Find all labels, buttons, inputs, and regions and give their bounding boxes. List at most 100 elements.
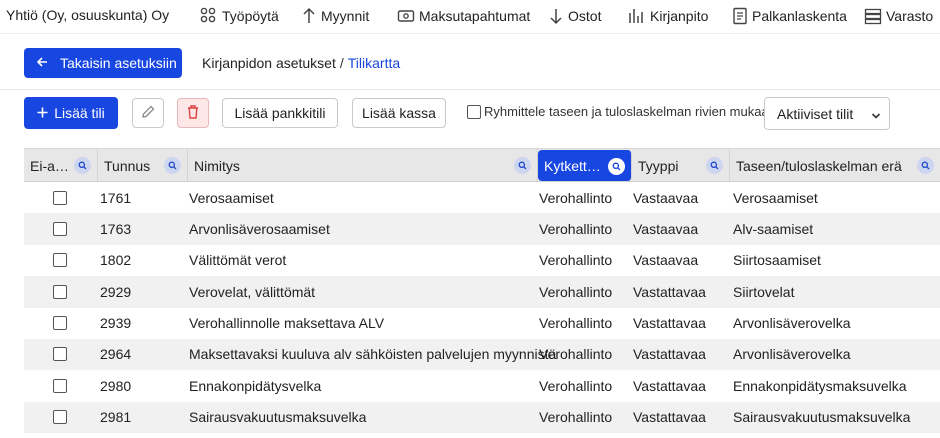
account-name: Verohallinnolle maksettava ALV: [189, 315, 385, 332]
account-type: Vastaavaa: [633, 189, 699, 206]
account-code: 1761: [100, 189, 132, 206]
column-header-inactive[interactable]: Ei-a…: [24, 149, 98, 182]
account-linked: Verohallinto: [539, 220, 613, 237]
breadcrumb-current[interactable]: Tilikartta: [348, 55, 400, 71]
back-to-settings-button[interactable]: Takaisin asetuksiin: [24, 48, 182, 78]
account-type: Vastaavaa: [633, 220, 699, 237]
table-row[interactable]: 1761 Verosaamiset Verohallinto Vastaavaa…: [24, 182, 940, 213]
add-bank-account-button[interactable]: Lisää pankkitili: [222, 98, 338, 128]
row-checkbox[interactable]: [53, 347, 67, 362]
account-type: Vastattavaa: [633, 409, 706, 426]
account-statement-item: Sairausvakuutusmaksuvelka: [733, 409, 911, 426]
account-type: Vastattavaa: [633, 377, 706, 394]
account-name: Maksettavaksi kuuluva alv sähköisten pal…: [189, 346, 557, 363]
nav-item-bookkeeping[interactable]: Kirjanpito: [628, 5, 708, 27]
account-statement-item: Arvonlisäverovelka: [733, 315, 851, 332]
account-filter-select[interactable]: Aktiiviset tilit: [764, 97, 890, 130]
column-header-label: Kytkett…: [544, 157, 601, 174]
table-row[interactable]: 2939 Verohallinnolle maksettava ALV Vero…: [24, 308, 940, 339]
search-icon[interactable]: [164, 157, 181, 174]
account-name: Sairausvakuutusmaksuvelka: [189, 409, 367, 426]
search-icon[interactable]: [706, 157, 723, 174]
nav-item-label: Kirjanpito: [650, 8, 709, 24]
column-header-label: Taseen/tuloslaskelman erä: [736, 157, 902, 174]
account-code: 2929: [100, 283, 132, 300]
group-rows-label: Ryhmittele taseen ja tuloslaskelman rivi…: [484, 104, 776, 119]
top-navigation-bar: Yhtiö (Oy, osuuskunta) Oy Työpöytä Myynn…: [0, 0, 940, 34]
nav-item-label: Maksutapahtumat: [419, 8, 531, 24]
account-type: Vastattavaa: [633, 283, 706, 300]
account-code: 1763: [100, 220, 132, 237]
payment-card-icon: [397, 7, 415, 25]
table-row[interactable]: 2980 Ennakonpidätysvelka Verohallinto Va…: [24, 370, 940, 401]
account-linked: Verohallinto: [539, 252, 613, 269]
row-checkbox[interactable]: [53, 221, 67, 236]
column-header-name[interactable]: Nimitys: [188, 149, 538, 182]
table-row[interactable]: 1763 Arvonlisäverosaamiset Verohallinto …: [24, 213, 940, 245]
breadcrumb-separator: /: [339, 55, 344, 71]
arrow-up-icon: [301, 7, 317, 25]
search-icon[interactable]: [608, 158, 625, 175]
account-type: Vastattavaa: [633, 315, 706, 332]
table-row[interactable]: 2929 Verovelat, välittömät Verohallinto …: [24, 276, 940, 308]
bar-chart-icon: [628, 7, 646, 25]
row-checkbox[interactable]: [53, 253, 67, 268]
row-checkbox[interactable]: [53, 410, 67, 425]
arrow-left-icon: [36, 55, 48, 71]
row-checkbox[interactable]: [53, 284, 67, 299]
back-button-label: Takaisin asetuksiin: [60, 55, 177, 71]
delete-button[interactable]: [177, 98, 209, 128]
edit-button[interactable]: [132, 98, 164, 128]
account-code: 2939: [100, 315, 132, 332]
search-icon[interactable]: [514, 157, 531, 174]
dashboard-icon: [200, 7, 218, 25]
breadcrumb: Kirjanpidon asetukset / Tilikartta: [202, 55, 400, 71]
account-name: Arvonlisäverosaamiset: [189, 220, 330, 237]
search-icon[interactable]: [917, 157, 934, 174]
column-header-code[interactable]: Tunnus: [98, 149, 188, 182]
column-header-linked[interactable]: Kytkett…: [538, 150, 632, 181]
add-cash-button[interactable]: Lisää kassa: [352, 98, 446, 128]
breadcrumb-parent[interactable]: Kirjanpidon asetukset: [202, 55, 336, 71]
column-header-label: Nimitys: [194, 157, 240, 174]
group-rows-checkbox[interactable]: [467, 104, 481, 119]
account-type: Vastattavaa: [633, 346, 706, 363]
company-name[interactable]: Yhtiö (Oy, osuuskunta) Oy: [6, 7, 169, 23]
table-row[interactable]: 2981 Sairausvakuutusmaksuvelka Verohalli…: [24, 401, 940, 434]
group-rows-option[interactable]: Ryhmittele taseen ja tuloslaskelman rivi…: [467, 104, 776, 119]
row-checkbox[interactable]: [53, 190, 67, 205]
search-icon[interactable]: [74, 157, 91, 174]
table-body: 1761 Verosaamiset Verohallinto Vastaavaa…: [24, 182, 940, 434]
nav-item-purchases[interactable]: Ostot: [548, 5, 601, 27]
chevron-down-icon: [871, 108, 881, 124]
column-header-label: Tunnus: [104, 157, 151, 174]
account-statement-item: Arvonlisäverovelka: [733, 346, 851, 363]
column-header-label: Tyyppi: [638, 157, 679, 174]
account-linked: Verohallinto: [539, 189, 613, 206]
nav-item-label: Palkanlaskenta: [752, 8, 847, 24]
nav-item-payments[interactable]: Maksutapahtumat: [397, 5, 530, 27]
nav-item-dashboard[interactable]: Työpöytä: [200, 5, 279, 27]
subheader: Takaisin asetuksiin Kirjanpidon asetukse…: [0, 34, 940, 90]
row-checkbox[interactable]: [53, 316, 67, 331]
table-row[interactable]: 2964 Maksettavaksi kuuluva alv sähköiste…: [24, 338, 940, 371]
nav-item-payroll[interactable]: Palkanlaskenta: [732, 5, 847, 27]
nav-item-sales[interactable]: Myynnit: [301, 5, 369, 27]
account-linked: Verohallinto: [539, 346, 613, 363]
nav-item-warehouse[interactable]: Varasto: [864, 5, 933, 27]
account-name: Verosaamiset: [189, 189, 274, 206]
account-linked: Verohallinto: [539, 315, 613, 332]
column-header-statement-item[interactable]: Taseen/tuloslaskelman erä: [730, 149, 940, 182]
account-linked: Verohallinto: [539, 283, 613, 300]
row-checkbox[interactable]: [53, 378, 67, 393]
add-account-button[interactable]: Lisää tili: [24, 97, 118, 129]
column-header-type[interactable]: Tyyppi: [632, 149, 730, 182]
table-row[interactable]: 1802 Välittömät verot Verohallinto Vasta…: [24, 245, 940, 276]
table-header: Ei-a… Tunnus Nimitys Kytkett… Tyyppi Tas…: [24, 148, 940, 182]
nav-item-label: Varasto: [886, 8, 934, 24]
nav-item-label: Työpöytä: [222, 8, 279, 24]
account-code: 2964: [100, 346, 132, 363]
account-linked: Verohallinto: [539, 409, 613, 426]
add-account-label: Lisää tili: [54, 105, 105, 121]
account-code: 2981: [100, 409, 132, 426]
